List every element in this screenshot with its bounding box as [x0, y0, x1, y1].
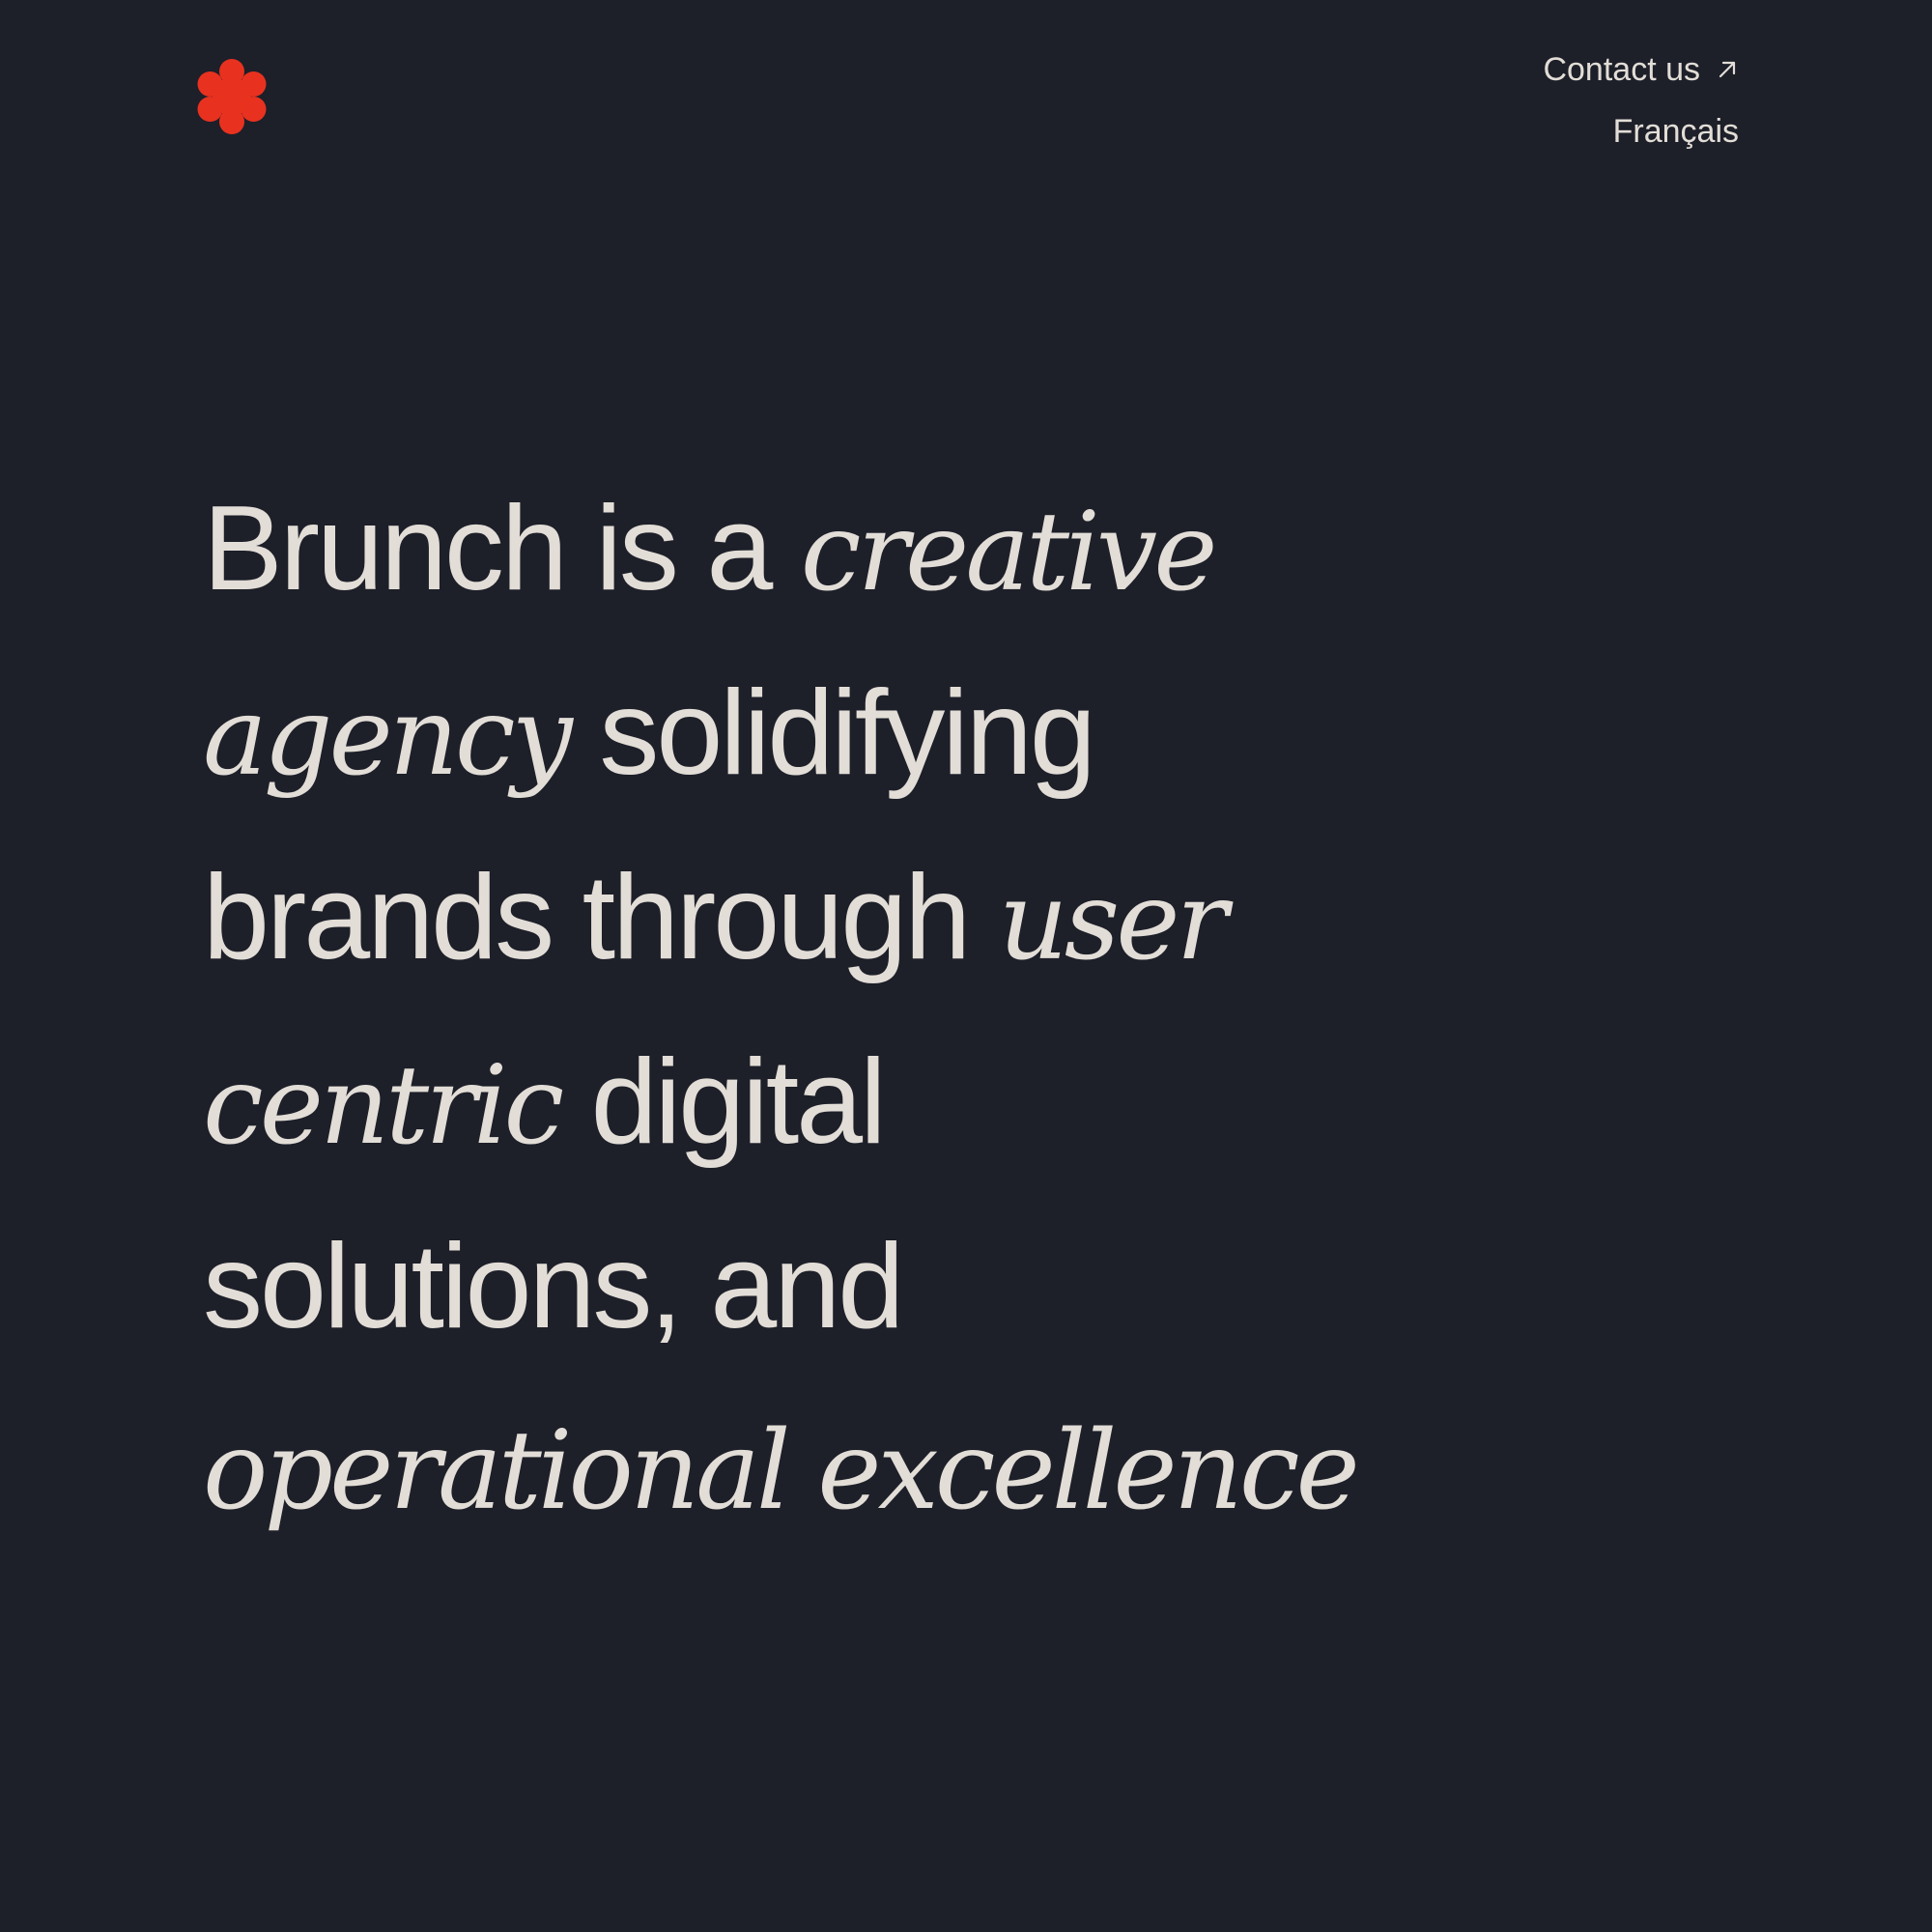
hero-text: brands through	[203, 851, 999, 984]
language-switch-link[interactable]: Français	[1543, 108, 1739, 155]
contact-us-label: Contact us	[1543, 51, 1700, 88]
top-nav: Contact us Français	[1543, 46, 1739, 170]
contact-us-link[interactable]: Contact us	[1543, 46, 1739, 93]
arrow-up-right-icon	[1719, 61, 1736, 78]
hero-text: solidifying	[568, 667, 1096, 800]
hero-headline: Brunch is a creative agency solidifying br…	[203, 459, 1459, 1562]
hero-text: solutions, and	[203, 1220, 904, 1353]
hero-italic-text: agency	[203, 674, 573, 800]
flower-logo-icon[interactable]	[193, 58, 270, 135]
hero-line: operational excellence	[203, 1378, 1459, 1562]
hero-text: digital	[560, 1036, 887, 1169]
hero-italic-text: operational excellence	[203, 1408, 1360, 1534]
hero-line: centric digital	[203, 1012, 1459, 1197]
hero-italic-text: user	[998, 859, 1228, 984]
hero-line: solutions, and	[203, 1197, 1459, 1378]
hero-italic-text: creative	[800, 490, 1218, 615]
hero-line: agency solidifying	[203, 643, 1459, 828]
hero-line: brands through user	[203, 828, 1459, 1012]
hero-italic-text: centric	[203, 1043, 564, 1169]
hero-line: Brunch is a creative	[203, 459, 1459, 643]
page: Contact us Français Brunch is a creative…	[0, 0, 1932, 1932]
hero-text: Brunch is a	[203, 482, 801, 615]
